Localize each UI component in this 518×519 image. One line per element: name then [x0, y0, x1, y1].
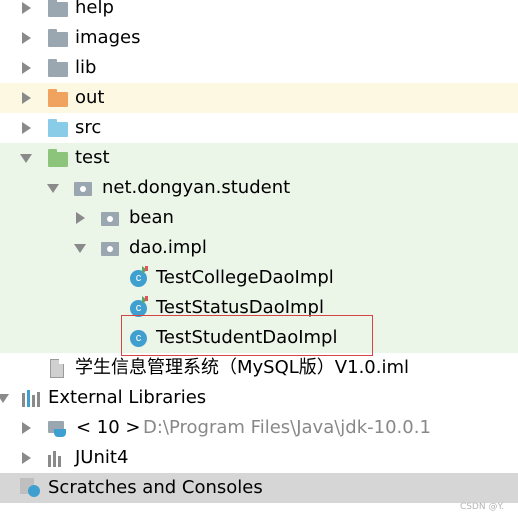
- expand-arrow-icon[interactable]: [76, 212, 85, 224]
- tree-node-label: JUnit4: [75, 447, 129, 468]
- package-icon: [74, 182, 92, 196]
- run-marker-icon: [142, 296, 149, 304]
- collapse-arrow-icon[interactable]: [20, 154, 32, 163]
- folder-icon: [48, 29, 68, 47]
- module-file-icon: [50, 359, 64, 378]
- tree-node-label: help: [75, 0, 114, 18]
- tree-node-label: TestCollegeDaoImpl: [156, 267, 334, 288]
- tree-node-label: test: [75, 147, 110, 168]
- tree-node-label: 学生信息管理系统（MySQL版）V1.0.iml: [75, 357, 410, 378]
- collapse-arrow-icon[interactable]: [47, 184, 59, 193]
- collapse-arrow-icon[interactable]: [0, 394, 9, 403]
- collapse-arrow-icon[interactable]: [74, 244, 86, 253]
- tree-node-label: net.dongyan.student: [102, 177, 291, 198]
- folder-icon: [48, 0, 68, 17]
- libraries-icon: [22, 390, 40, 407]
- expand-arrow-icon[interactable]: [22, 32, 31, 44]
- tree-node-label: images: [75, 27, 141, 48]
- tree-node-class-college[interactable]: c TestCollegeDaoImpl: [0, 263, 518, 293]
- tree-node-label: External Libraries: [48, 387, 207, 408]
- tree-node-sdk[interactable]: < 10 > D:\Program Files\Java\jdk-10.0.1: [0, 413, 518, 443]
- library-icon: [48, 451, 66, 467]
- folder-icon: [48, 59, 68, 77]
- tree-node-scratches[interactable]: Scratches and Consoles: [0, 473, 518, 503]
- tree-node-label: bean: [129, 207, 174, 228]
- tree-node-junit[interactable]: JUnit4: [0, 443, 518, 473]
- tree-node-label: dao.impl: [129, 237, 207, 258]
- expand-arrow-icon[interactable]: [22, 422, 31, 434]
- tree-node-help[interactable]: help: [0, 0, 518, 23]
- expand-arrow-icon[interactable]: [22, 92, 31, 104]
- tree-node-label: lib: [75, 57, 97, 78]
- tree-node-src[interactable]: src: [0, 113, 518, 143]
- expand-arrow-icon[interactable]: [22, 122, 31, 134]
- package-icon: [101, 212, 119, 226]
- tree-node-package-dao-impl[interactable]: dao.impl: [0, 233, 518, 263]
- tree-node-images[interactable]: images: [0, 23, 518, 53]
- tree-node-package-bean[interactable]: bean: [0, 203, 518, 233]
- package-icon: [101, 242, 119, 256]
- jdk-icon: [48, 421, 70, 438]
- tree-node-test[interactable]: test: [0, 143, 518, 173]
- tree-node-package-student[interactable]: net.dongyan.student: [0, 173, 518, 203]
- sdk-path: D:\Program Files\Java\jdk-10.0.1: [143, 417, 431, 438]
- expand-arrow-icon[interactable]: [22, 2, 31, 14]
- tree-node-label: src: [75, 117, 102, 138]
- excluded-folder-icon: [48, 89, 68, 107]
- test-folder-icon: [48, 149, 68, 167]
- tree-node-lib[interactable]: lib: [0, 53, 518, 83]
- tree-node-out[interactable]: out: [0, 83, 518, 113]
- expand-arrow-icon[interactable]: [22, 62, 31, 74]
- expand-arrow-icon[interactable]: [22, 452, 31, 464]
- scratches-icon: [20, 478, 42, 498]
- source-folder-icon: [48, 119, 68, 137]
- tree-node-label: < 10 >: [76, 417, 141, 438]
- watermark: CSDN @Y.: [459, 502, 504, 512]
- run-marker-icon: [142, 266, 149, 274]
- tree-node-external-libraries[interactable]: External Libraries: [0, 383, 518, 413]
- tree-node-iml-file[interactable]: 学生信息管理系统（MySQL版）V1.0.iml: [0, 353, 518, 383]
- tree-node-label: out: [75, 87, 105, 108]
- highlight-box: [121, 315, 373, 356]
- tree-node-label: Scratches and Consoles: [48, 477, 263, 498]
